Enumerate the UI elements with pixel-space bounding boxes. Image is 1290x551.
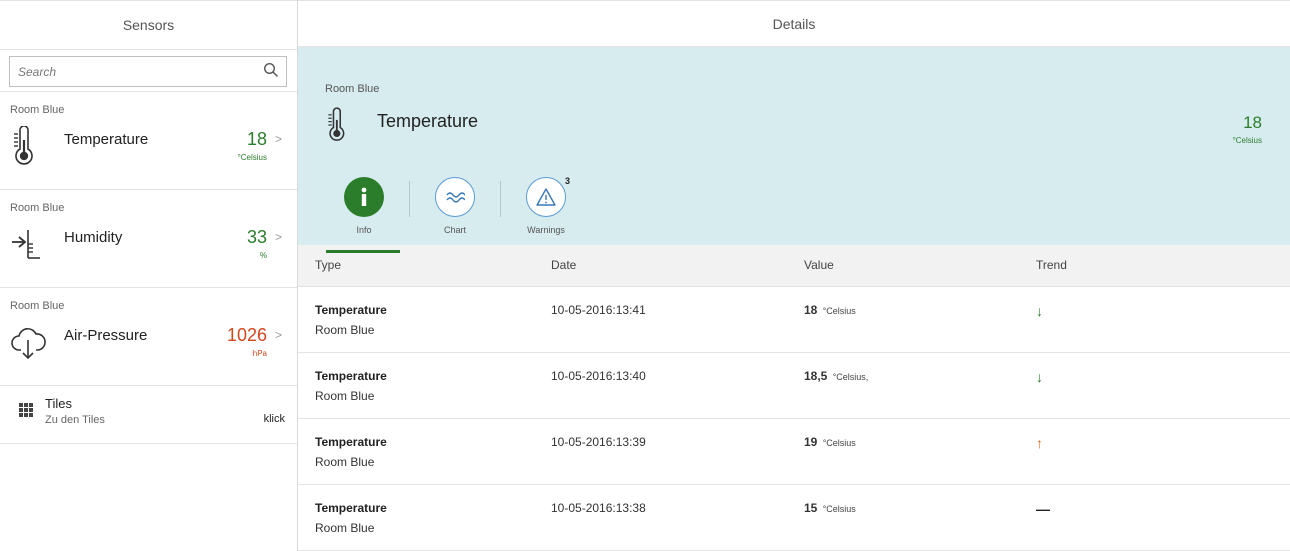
row-value-unit: °Celsius xyxy=(822,438,856,448)
search-field[interactable] xyxy=(9,56,287,87)
master-panel: Sensors Room Blue Temperature 18 °Celsiu… xyxy=(0,0,298,551)
thermometer-icon xyxy=(10,124,50,168)
row-room: Room Blue xyxy=(315,389,375,403)
tiles-item[interactable]: Tiles Zu den Tiles klick xyxy=(0,386,297,444)
cloud-download-icon xyxy=(10,320,50,364)
trend-down-icon: ↓ xyxy=(1036,369,1043,385)
wave-icon xyxy=(435,177,475,218)
sensor-item-humidity[interactable]: Room Blue Humidity 33 % > xyxy=(0,190,297,288)
sensor-value-number: 1026 xyxy=(226,324,267,345)
header-value-unit: °Celsius xyxy=(1232,136,1262,146)
object-header: Room Blue Temperature 18 °Celsius Info C… xyxy=(298,47,1290,254)
table-row[interactable]: Temperature Room Blue 10-05-2016:13:38 15… xyxy=(298,484,1290,551)
row-date: 10-05-2016:13:38 xyxy=(534,484,787,551)
sensor-value-number: 33 xyxy=(246,226,267,247)
search-input[interactable] xyxy=(18,64,263,79)
tab-separator xyxy=(500,181,501,218)
tiles-subtitle: Zu den Tiles xyxy=(45,414,105,426)
sensor-value: 18 °Celsius xyxy=(207,129,267,162)
table-row[interactable]: Temperature Room Blue 10-05-2016:13:39 19… xyxy=(298,418,1290,485)
sensor-value: 33 % xyxy=(207,227,267,260)
trend-flat-icon: — xyxy=(1036,501,1050,517)
row-room: Room Blue xyxy=(315,521,375,535)
row-date: 10-05-2016:13:40 xyxy=(534,352,787,419)
row-value-number: 19 xyxy=(804,435,818,449)
row-value: 19 °Celsius xyxy=(787,418,1019,485)
row-room: Room Blue xyxy=(315,323,375,337)
row-type: Temperature xyxy=(315,435,387,449)
warnings-count-badge: 3 xyxy=(564,176,570,187)
tab-chart[interactable]: Chart xyxy=(419,177,491,253)
grid-icon xyxy=(19,403,33,417)
row-value-number: 18 xyxy=(804,303,818,317)
tab-label: Warnings xyxy=(527,225,565,236)
row-value-number: 15 xyxy=(804,501,818,515)
tab-label: Chart xyxy=(443,225,466,236)
tab-label: Info xyxy=(356,225,372,236)
table-row[interactable]: Temperature Room Blue 10-05-2016:13:40 18… xyxy=(298,352,1290,419)
tab-separator xyxy=(409,181,410,218)
tab-warnings[interactable]: 3 Warnings xyxy=(510,176,582,253)
detail-title: Details xyxy=(298,0,1290,48)
column-header-trend[interactable]: Trend xyxy=(1019,244,1290,287)
sensor-name: Temperature xyxy=(64,130,149,148)
row-date: 10-05-2016:13:39 xyxy=(534,418,787,485)
row-date: 10-05-2016:13:41 xyxy=(534,286,787,353)
row-value-unit: °Celsius xyxy=(822,504,856,514)
sensor-value-unit: °Celsius xyxy=(237,152,267,162)
sensor-value: 1026 hPa xyxy=(207,325,267,358)
row-type: Temperature xyxy=(315,501,387,515)
sensor-value-unit: hPa xyxy=(252,348,267,358)
trend-down-icon: ↓ xyxy=(1036,303,1043,319)
search-icon[interactable] xyxy=(263,62,279,81)
detail-panel: Details Room Blue Temperature 18 °Celsiu… xyxy=(298,0,1290,551)
sensor-room: Room Blue xyxy=(10,104,65,116)
header-title: Temperature xyxy=(377,111,479,132)
header-value: 18 °Celsius xyxy=(1233,113,1262,145)
row-type: Temperature xyxy=(315,369,387,383)
sensor-room: Room Blue xyxy=(10,300,65,312)
header-room: Room Blue xyxy=(325,83,380,96)
tiles-action[interactable]: klick xyxy=(264,413,285,425)
app: Sensors Room Blue Temperature 18 °Celsiu… xyxy=(0,0,1290,551)
thermometer-icon xyxy=(325,107,347,146)
warning-icon xyxy=(526,177,566,218)
info-icon xyxy=(344,177,384,218)
row-type: Temperature xyxy=(315,303,387,317)
sensor-value-number: 18 xyxy=(246,128,267,149)
row-value-number: 18,5 xyxy=(804,369,828,383)
tiles-title: Tiles xyxy=(45,396,72,411)
sensor-name: Air-Pressure xyxy=(64,326,148,344)
row-value-unit: °Celsius, xyxy=(832,372,869,382)
column-header-value[interactable]: Value xyxy=(787,244,1019,287)
icon-tab-bar: Info Chart 3 Warnings xyxy=(326,176,582,254)
chevron-right-icon: > xyxy=(275,132,283,146)
humidity-icon xyxy=(10,222,50,266)
tab-info[interactable]: Info xyxy=(326,177,400,254)
row-value: 18,5 °Celsius, xyxy=(787,352,1019,419)
sensor-name: Humidity xyxy=(64,228,123,246)
sensor-value-unit: % xyxy=(259,250,267,260)
sensor-item-temperature[interactable]: Room Blue Temperature 18 °Celsius > xyxy=(0,92,297,190)
sensor-item-air-pressure[interactable]: Room Blue Air-Pressure 1026 hPa > xyxy=(0,288,297,386)
readings-table: Type Date Value Trend Temperature Room Bl… xyxy=(298,244,1290,551)
row-room: Room Blue xyxy=(315,455,375,469)
sensor-list: Room Blue Temperature 18 °Celsius > Room… xyxy=(0,91,297,444)
master-title: Sensors xyxy=(0,0,297,50)
trend-up-icon: ↑ xyxy=(1036,435,1043,451)
row-value: 15 °Celsius xyxy=(787,484,1019,551)
row-value-unit: °Celsius xyxy=(822,306,856,316)
sensor-room: Room Blue xyxy=(10,202,65,214)
table-row[interactable]: Temperature Room Blue 10-05-2016:13:41 18… xyxy=(298,286,1290,353)
chevron-right-icon: > xyxy=(275,230,283,244)
chevron-right-icon: > xyxy=(275,328,283,342)
row-value: 18 °Celsius xyxy=(787,286,1019,353)
header-value-number: 18 xyxy=(1243,113,1262,133)
